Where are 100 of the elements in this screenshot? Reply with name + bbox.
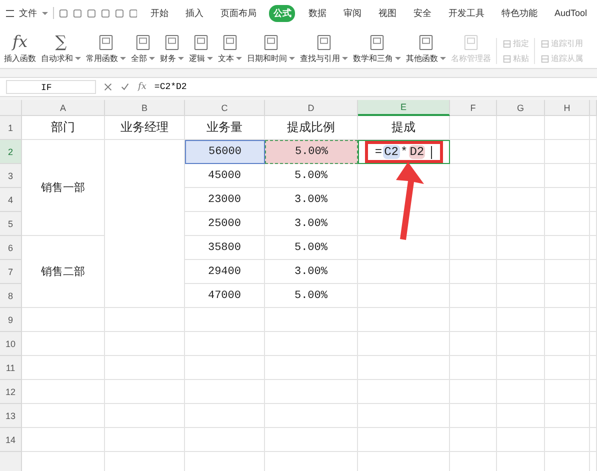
table-cell: [497, 380, 545, 404]
menu-tab[interactable]: 特色功能: [497, 4, 542, 22]
menu-tab[interactable]: 开发工具: [444, 4, 488, 22]
table-cell: 35800: [185, 236, 265, 260]
table-cell: [545, 188, 590, 212]
menu-tab[interactable]: 页面布局: [216, 4, 260, 22]
table-cell: 部门: [22, 116, 105, 140]
cancel-icon[interactable]: [104, 83, 112, 91]
function-icon: fx: [12, 32, 28, 51]
ribbon-button[interactable]: 逻辑: [189, 34, 213, 64]
grid-icon: [503, 40, 511, 48]
ribbon-button[interactable]: 全部: [131, 34, 155, 64]
table-cell: 销售一部: [22, 140, 105, 236]
column-header[interactable]: G: [497, 100, 545, 116]
table-cell: 23000: [185, 188, 265, 212]
table-cell: [497, 236, 545, 260]
ribbon-button[interactable]: fx 插入函数: [4, 32, 36, 64]
table-cell: [497, 164, 545, 188]
table-cell: 业务经理: [105, 116, 185, 140]
menu-icon[interactable]: [6, 10, 14, 16]
book-icon: [370, 34, 384, 51]
caret-icon[interactable]: [42, 12, 48, 14]
table-cell: 5.00%: [265, 236, 358, 260]
ribbon-button[interactable]: 数学和三角: [353, 34, 401, 64]
book-icon: [136, 34, 150, 51]
table-cell: [545, 140, 590, 164]
row-header[interactable]: 14: [0, 428, 22, 452]
table-cell: [497, 212, 545, 236]
row-header[interactable]: 12: [0, 380, 22, 404]
file-menu[interactable]: 文件: [18, 6, 37, 20]
row-header[interactable]: 3: [0, 164, 22, 188]
row-header[interactable]: 4: [0, 188, 22, 212]
row-header[interactable]: 2: [0, 140, 22, 164]
insert-function-button[interactable]: fx: [138, 82, 146, 92]
table-cell: [545, 284, 590, 308]
row-header[interactable]: 7: [0, 260, 22, 284]
ribbon-button[interactable]: 日期和时间: [247, 34, 295, 64]
row-header[interactable]: 6: [0, 236, 22, 260]
table-cell: [497, 284, 545, 308]
column-header[interactable]: A: [22, 100, 105, 116]
table-cell: [450, 332, 497, 356]
table-cell: [497, 308, 545, 332]
table-cell: [450, 380, 497, 404]
ribbon-button[interactable]: ∑ 自动求和: [41, 32, 81, 64]
table-cell: [450, 308, 497, 332]
table-cell: [497, 428, 545, 452]
menu-tab[interactable]: 审阅: [339, 4, 366, 22]
table-cell: 5.00%: [265, 284, 358, 308]
table-cell: [497, 404, 545, 428]
row-header[interactable]: 8: [0, 284, 22, 308]
ribbon-button[interactable]: 文本: [218, 34, 242, 64]
ribbon-button[interactable]: 常用函数: [86, 34, 126, 64]
table-cell: [497, 116, 545, 140]
table-cell: [497, 188, 545, 212]
row-header[interactable]: 9: [0, 308, 22, 332]
table-cell: 3.00%: [265, 212, 358, 236]
table-cell: [450, 116, 497, 140]
ribbon-button[interactable]: 其他函数: [406, 34, 446, 64]
column-header[interactable]: D: [265, 100, 358, 116]
column-header[interactable]: F: [450, 100, 497, 116]
menu-tab[interactable]: 安全: [409, 4, 436, 22]
menu-tab[interactable]: 插入: [181, 4, 208, 22]
table-cell: 45000: [185, 164, 265, 188]
check-icon[interactable]: [121, 83, 129, 91]
menu-tab[interactable]: AudTool: [550, 6, 591, 20]
row-header[interactable]: 13: [0, 404, 22, 428]
formula-field[interactable]: =C2*D2: [154, 82, 187, 92]
table-cell: [545, 380, 590, 404]
name-box[interactable]: IF: [6, 80, 96, 94]
column-header[interactable]: B: [105, 100, 185, 116]
table-cell: 29400: [185, 260, 265, 284]
column-header[interactable]: E: [358, 100, 450, 116]
column-header[interactable]: C: [185, 100, 265, 116]
row-header[interactable]: 11: [0, 356, 22, 380]
row-header[interactable]: 5: [0, 212, 22, 236]
table-cell: [545, 332, 590, 356]
menu-tab[interactable]: 开始: [146, 4, 172, 22]
column-header[interactable]: H: [545, 100, 590, 116]
menu-tab[interactable]: 数据: [304, 4, 330, 22]
table-cell: [497, 356, 545, 380]
book-icon: [419, 34, 433, 51]
table-cell: [450, 284, 497, 308]
book-icon: [464, 34, 478, 51]
table-cell: 3.00%: [265, 188, 358, 212]
book-icon: [165, 34, 179, 51]
formula-edit-field[interactable]: = C2 * D2: [364, 141, 444, 163]
row-header[interactable]: 10: [0, 332, 22, 356]
grid-icon: [503, 54, 511, 63]
table-cell: [545, 212, 590, 236]
ribbon-button[interactable]: 财务: [160, 34, 184, 64]
table-cell: [545, 356, 590, 380]
table-cell: [450, 212, 497, 236]
menu-tab[interactable]: 视图: [374, 4, 400, 22]
table-cell: [545, 308, 590, 332]
book-icon: [194, 34, 208, 51]
table-cell: [497, 140, 545, 164]
row-header[interactable]: 1: [0, 116, 22, 140]
table-cell: [450, 404, 497, 428]
ribbon-button[interactable]: 查找与引用: [300, 34, 348, 64]
table-cell: [497, 332, 545, 356]
